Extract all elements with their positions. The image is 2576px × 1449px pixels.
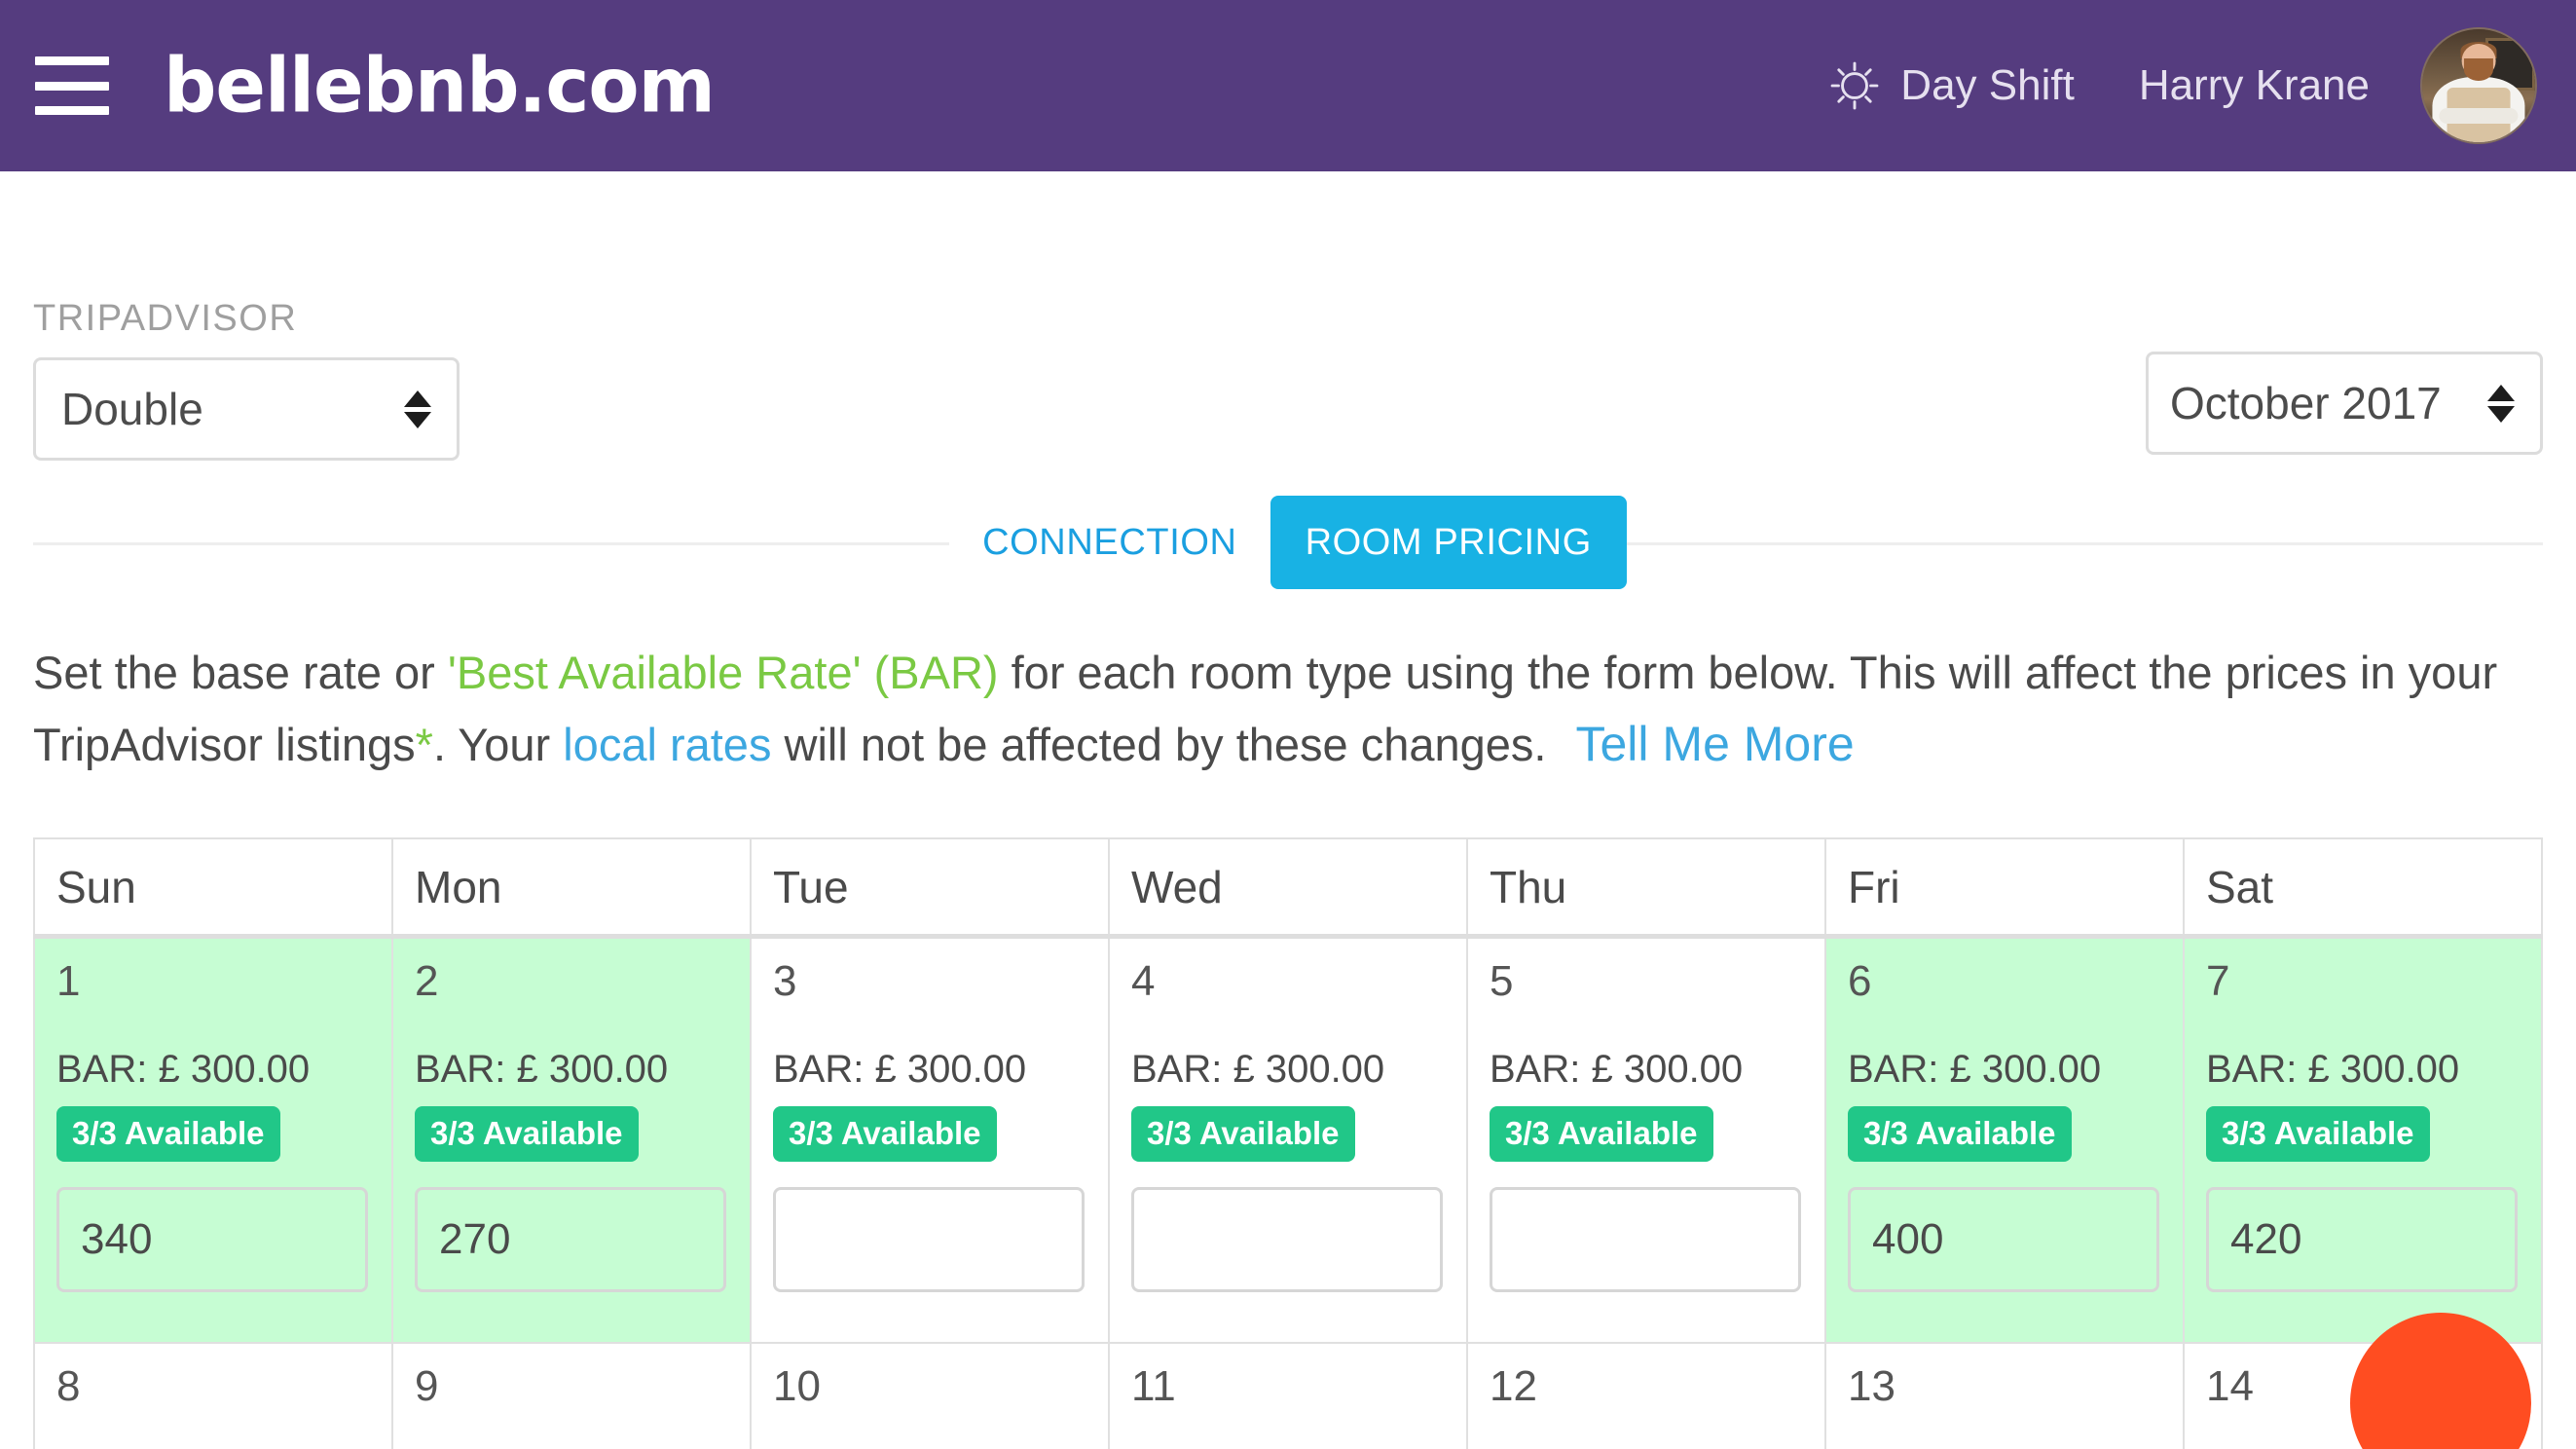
tell-me-more-link[interactable]: Tell Me More: [1576, 717, 1855, 771]
calendar-day-cell: 13BAR: £ 300.003/3 Available: [1824, 1342, 2185, 1449]
hamburger-bar: [35, 81, 109, 91]
month-value: October 2017: [2170, 378, 2442, 428]
calendar-header-fri: Fri: [1824, 837, 2185, 939]
calendar-day-cell: 6 BAR: £ 300.00 3/3 Available: [1824, 935, 2185, 1345]
description-part-3: . Your: [432, 719, 564, 771]
calendar-header-wed: Wed: [1108, 837, 1468, 939]
calendar-day-cell: 3 BAR: £ 300.00 3/3 Available: [750, 935, 1110, 1345]
room-type-filter-group: TRIPADVISOR Double: [33, 300, 460, 461]
divider-right: [1575, 542, 2543, 545]
avatar-arms: [2439, 108, 2519, 125]
availability-badge[interactable]: 3/3 Available: [1490, 1105, 1713, 1162]
rate-input[interactable]: [773, 1186, 1085, 1292]
day-number: 10: [773, 1362, 821, 1411]
day-number: 9: [415, 1362, 439, 1411]
day-number: 6: [1848, 956, 1872, 1005]
calendar-header-mon: Mon: [391, 837, 752, 939]
description-asterisk: *: [415, 719, 433, 771]
calendar-header-thu: Thu: [1466, 837, 1826, 939]
calendar-day-cell: 8BAR: £ 300.003/3 Available: [33, 1342, 393, 1449]
bar-rate-label: BAR: £ 300.00: [2206, 1047, 2460, 1091]
hamburger-bar: [35, 106, 109, 115]
rate-input[interactable]: [56, 1186, 368, 1292]
day-number: 7: [2206, 956, 2230, 1005]
calendar-day-cell: 9BAR: £ 300.003/3 Available: [391, 1342, 752, 1449]
hamburger-menu-icon[interactable]: [35, 56, 109, 115]
bar-rate-label: BAR: £ 300.00: [56, 1047, 311, 1091]
calendar-day-cell: 11BAR: £ 300.003/3 Available: [1108, 1342, 1468, 1449]
tab-room-pricing[interactable]: ROOM PRICING: [1270, 496, 1627, 589]
calendar-day-cell: 2 BAR: £ 300.00 3/3 Available: [391, 935, 752, 1345]
availability-badge[interactable]: 3/3 Available: [773, 1105, 997, 1162]
rate-input[interactable]: [1490, 1186, 1801, 1292]
day-number: 8: [56, 1362, 81, 1411]
day-number: 5: [1490, 956, 1514, 1005]
chevron-updown-icon: [2487, 384, 2540, 423]
hamburger-bar: [35, 56, 109, 65]
calendar-day-cell: 4 BAR: £ 300.00 3/3 Available: [1108, 935, 1468, 1345]
day-number: 12: [1490, 1362, 1537, 1411]
calendar-day-cell: 12BAR: £ 300.003/3 Available: [1466, 1342, 1826, 1449]
rate-input[interactable]: [415, 1186, 726, 1292]
filters-row: TRIPADVISOR Double October 2017: [33, 171, 2543, 461]
calendar-header-tue: Tue: [750, 837, 1110, 939]
rate-input[interactable]: [2206, 1186, 2518, 1292]
bar-rate-label: BAR: £ 300.00: [1490, 1047, 1744, 1091]
calendar-header: Sun Mon Tue Wed Thu Fri Sat: [33, 837, 2543, 939]
divider-left: [33, 542, 1049, 545]
description-bar-highlight: 'Best Available Rate' (BAR): [447, 647, 999, 698]
availability-badge[interactable]: 3/3 Available: [1131, 1105, 1355, 1162]
tab-bar: CONNECTION ROOM PRICING: [33, 496, 2543, 589]
sun-icon: [1830, 61, 1879, 110]
month-select[interactable]: October 2017: [2146, 352, 2543, 455]
availability-badge[interactable]: 3/3 Available: [56, 1105, 280, 1162]
rate-input[interactable]: [1848, 1186, 2159, 1292]
calendar-day-cell: 7 BAR: £ 300.00 3/3 Available: [2183, 935, 2543, 1345]
description-part-4: will not be affected by these changes.: [771, 719, 1547, 771]
room-type-select[interactable]: Double: [33, 357, 460, 461]
description-part-1: Set the base rate or: [33, 647, 448, 698]
tab-connection[interactable]: CONNECTION: [949, 521, 1270, 564]
bar-rate-label: BAR: £ 300.00: [415, 1047, 669, 1091]
room-type-value: Double: [61, 384, 203, 434]
rate-input[interactable]: [1131, 1186, 1443, 1292]
avatar[interactable]: [2420, 27, 2537, 144]
availability-badge[interactable]: 3/3 Available: [415, 1105, 639, 1162]
day-shift-label: Day Shift: [1900, 61, 2075, 109]
calendar-week-row: 1 BAR: £ 300.00 3/3 Available 2 BAR: £ 300.0…: [33, 935, 2543, 1345]
day-number: 4: [1131, 956, 1156, 1005]
nav-right-group: Day Shift Harry Krane: [1828, 27, 2537, 144]
day-number: 3: [773, 956, 797, 1005]
calendar-header-sat: Sat: [2183, 837, 2543, 939]
availability-badge[interactable]: 3/3 Available: [2206, 1105, 2430, 1162]
calendar-header-row: Sun Mon Tue Wed Thu Fri Sat: [33, 837, 2543, 939]
calendar-body: 1 BAR: £ 300.00 3/3 Available 2 BAR: £ 300.0…: [33, 935, 2543, 1449]
calendar-day-cell: 1 BAR: £ 300.00 3/3 Available: [33, 935, 393, 1345]
calendar-day-cell: 10BAR: £ 300.003/3 Available: [750, 1342, 1110, 1449]
calendar-day-cell: 5 BAR: £ 300.00 3/3 Available: [1466, 935, 1826, 1345]
user-name-label[interactable]: Harry Krane: [2139, 61, 2370, 110]
pricing-calendar: Sun Mon Tue Wed Thu Fri Sat 1 BAR: £ 300.00 3/3 …: [33, 837, 2543, 1449]
chevron-updown-icon: [404, 390, 457, 428]
day-shift-button[interactable]: Day Shift: [1828, 59, 2075, 112]
page-content: TRIPADVISOR Double October 2017 CONNECTI…: [0, 171, 2576, 1449]
calendar-week-row: 8BAR: £ 300.003/3 Available9BAR: £ 300.0…: [33, 1342, 2543, 1449]
room-type-label: TRIPADVISOR: [33, 298, 298, 339]
day-number: 1: [56, 956, 81, 1005]
local-rates-link[interactable]: local rates: [563, 719, 771, 770]
top-navigation-bar: bellebnb.com Day Shift Harry Krane: [0, 0, 2576, 171]
bar-rate-label: BAR: £ 300.00: [1131, 1047, 1385, 1091]
brand-logo[interactable]: bellebnb.com: [164, 48, 716, 124]
availability-badge[interactable]: 3/3 Available: [1848, 1105, 2072, 1162]
day-number: 13: [1848, 1362, 1895, 1411]
day-number: 11: [1131, 1362, 1176, 1411]
bar-rate-label: BAR: £ 300.00: [773, 1047, 1027, 1091]
description-text: Set the base rate or 'Best Available Rat…: [33, 638, 2543, 781]
calendar-header-sun: Sun: [33, 837, 393, 939]
day-number: 2: [415, 956, 439, 1005]
bar-rate-label: BAR: £ 300.00: [1848, 1047, 2102, 1091]
